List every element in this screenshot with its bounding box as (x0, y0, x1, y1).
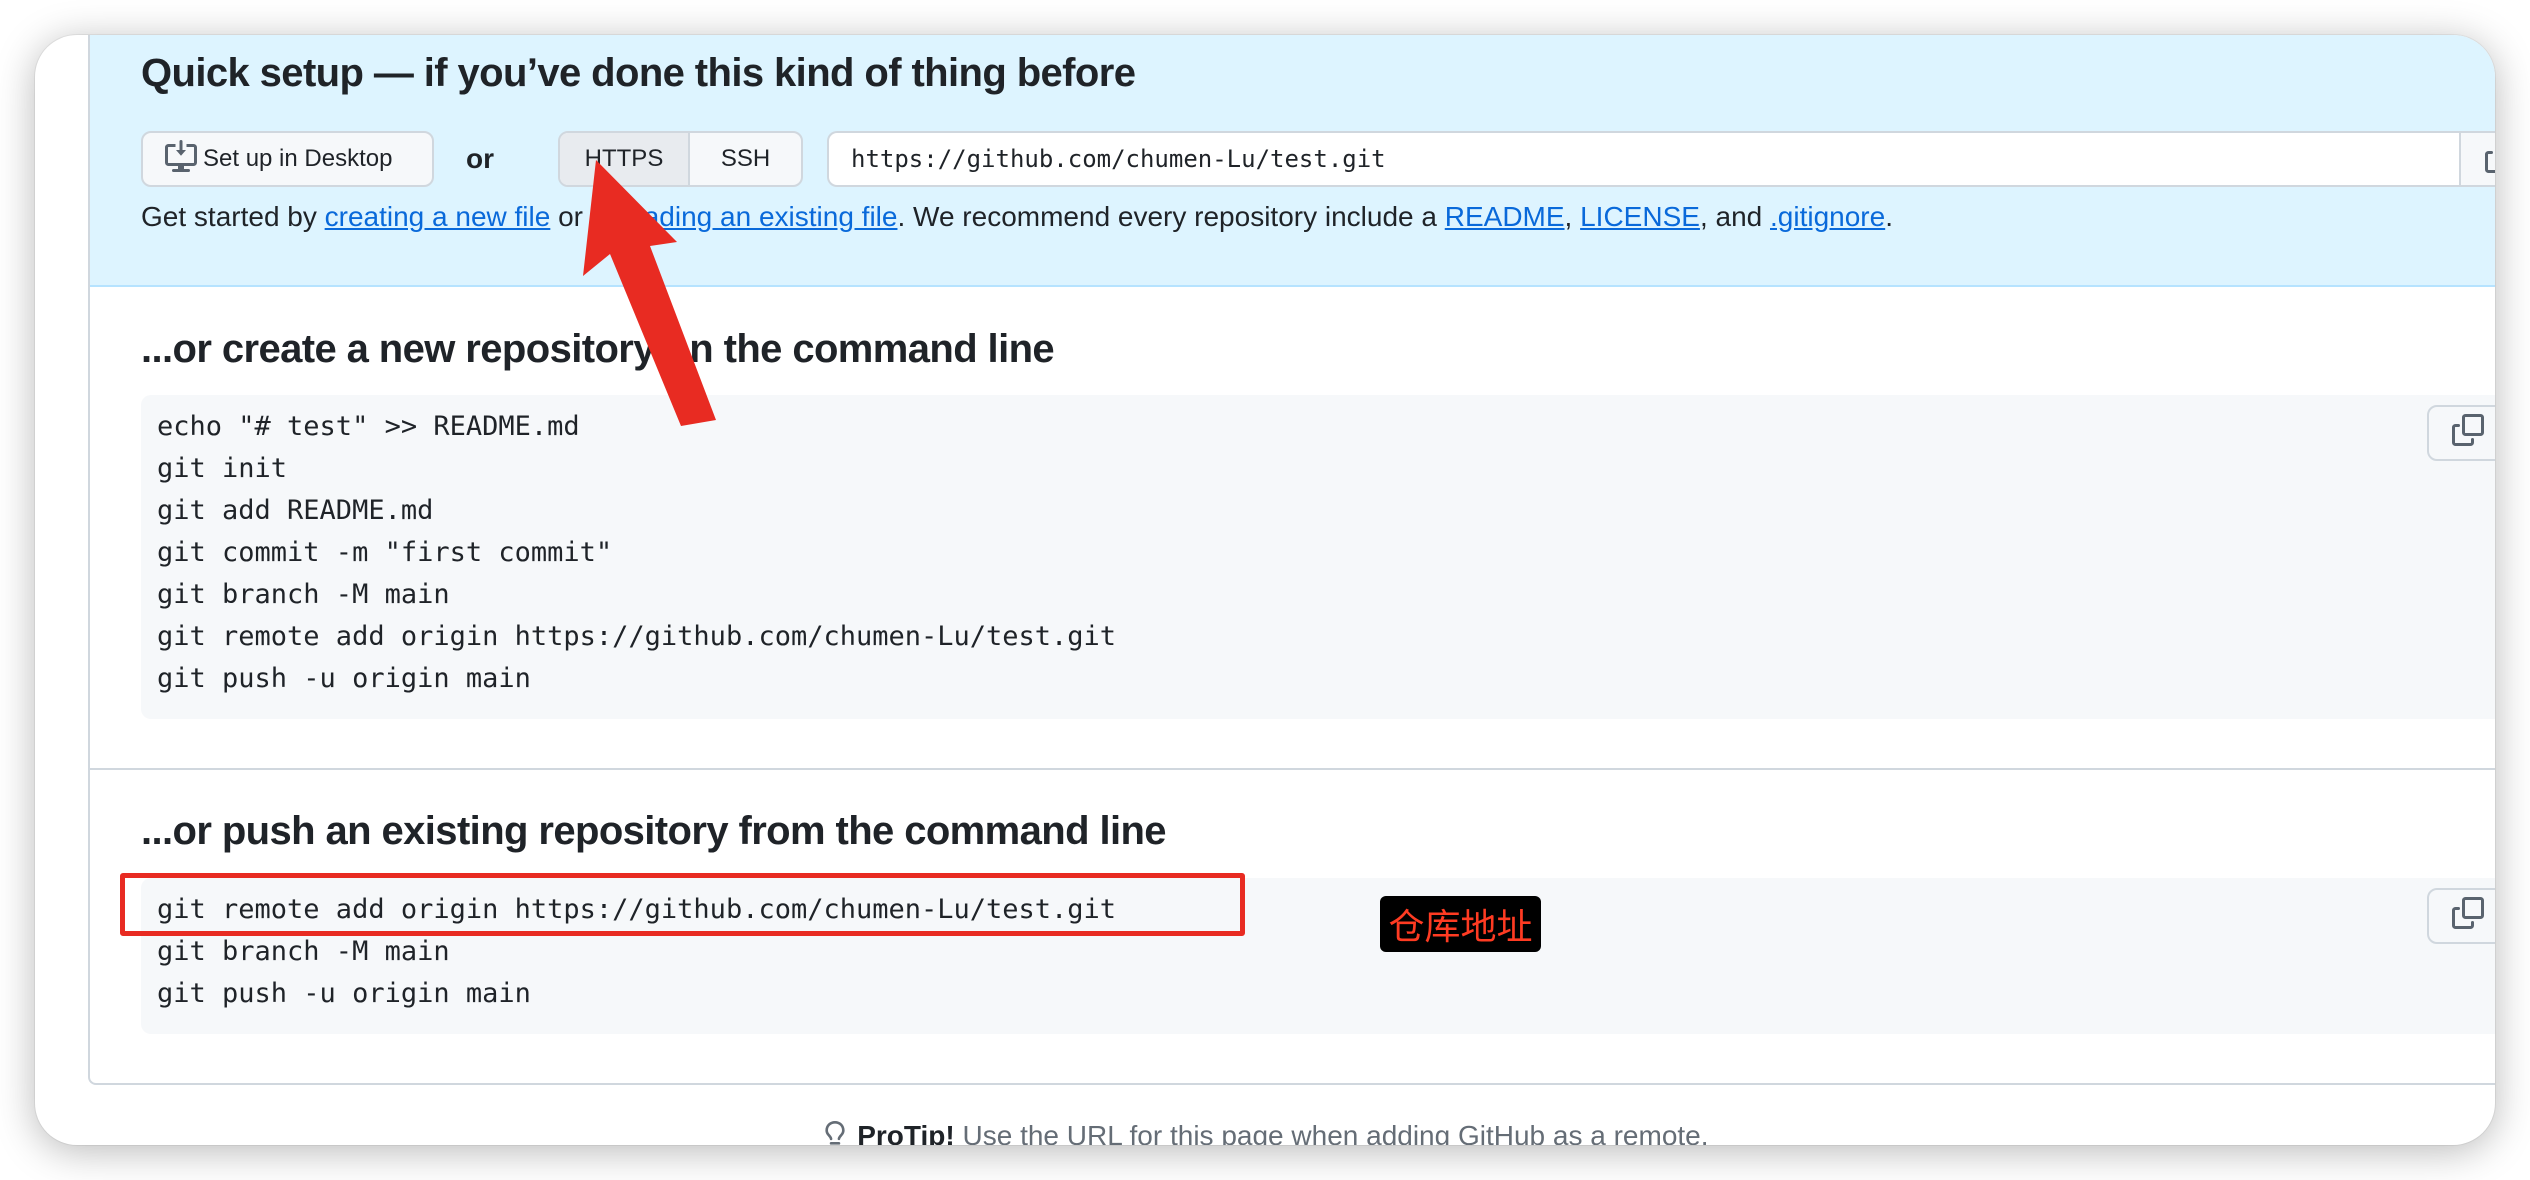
annotation-arrow (583, 160, 716, 426)
annotation-label: 仓库地址 (1380, 896, 1541, 952)
annotation-highlight-box (120, 873, 1245, 936)
